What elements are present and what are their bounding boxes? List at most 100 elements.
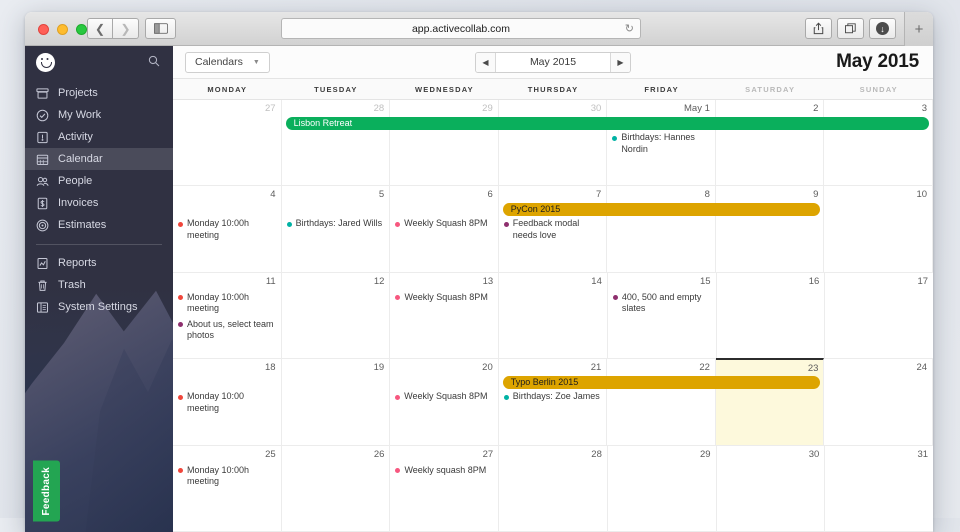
day-number: 16 [808,275,820,287]
calendar-day[interactable]: 13 Weekly Squash 8PM [390,272,500,359]
calendar-event[interactable]: 400, 500 and empty slates [612,292,711,315]
calendar-day[interactable]: 10 [824,186,933,272]
calendar-day[interactable]: 4 Monday 10:00h meeting [173,186,282,272]
calendar-day[interactable]: 25 Monday 10:00h meeting [173,445,282,532]
calendar-day[interactable]: 21 Birthdays: Zoe James [499,359,608,445]
calendar-event-bar[interactable]: Lisbon Retreat [285,117,929,130]
day-events: Weekly Squash 8PM [395,391,493,403]
calendar-day[interactable]: 12 [282,272,391,359]
calendar-event[interactable]: Birthdays: Zoe James [503,391,602,403]
calendar-day[interactable]: 31 [825,446,933,531]
event-color-dot [612,135,618,141]
minimize-window-button[interactable] [57,24,68,35]
calendar-event[interactable]: Monday 10:00h meeting [178,292,276,315]
sidebar-item-invoices[interactable]: Invoices [25,192,173,214]
reload-icon[interactable]: ↻ [625,22,634,35]
sidebar-item-people[interactable]: People [25,170,173,192]
day-number: 22 [699,362,710,374]
back-button[interactable]: ❮ [87,18,113,39]
calendar-day[interactable]: 26 [282,445,391,532]
forward-button[interactable]: ❯ [113,18,139,39]
calendar-event[interactable]: Weekly squash 8PM [395,465,493,477]
calendar-day[interactable]: 7 Feedback modal needs love [499,186,608,272]
calendar-event[interactable]: Birthdays: Hannes Nordin [612,132,710,155]
close-window-button[interactable] [38,24,49,35]
sidebar-item-calendar[interactable]: Calendar [25,148,173,170]
calendars-dropdown[interactable]: Calendars ▼ [185,51,270,73]
calendar-day[interactable]: 11 Monday 10:00h meeting About us, select … [173,272,282,359]
day-number: 10 [916,189,928,201]
sidebar-item-my-work[interactable]: My Work [25,104,173,126]
calendar-day[interactable]: 17 [825,273,933,358]
next-month-button[interactable]: ▶ [610,52,630,72]
calendar-day[interactable]: 14 [499,272,608,359]
day-events: Weekly squash 8PM [395,465,493,477]
calendar-event[interactable]: Monday 10:00 meeting [178,391,276,414]
calendar-day[interactable]: 9 [716,186,825,272]
calendar-day[interactable]: 20 Weekly Squash 8PM [390,359,499,445]
calendar-event[interactable]: Weekly Squash 8PM [395,292,493,304]
sidebar-item-system-settings[interactable]: System Settings [25,296,173,318]
calendar-main: Calendars ▼ ◀ May 2015 ▶ May 2015 Monday… [173,46,933,532]
sidebar-item-reports[interactable]: Reports [25,252,173,274]
calendar-event[interactable]: Weekly Squash 8PM [395,218,493,230]
my-work-icon [36,109,49,122]
calendar-day-today[interactable]: 23 [715,358,825,445]
calendar-day[interactable]: 15 400, 500 and empty slates [608,272,717,359]
calendar-day[interactable]: 28 [282,100,391,186]
calendar-day[interactable]: 6 Weekly Squash 8PM [390,186,499,272]
calendar-day[interactable]: 5 Birthdays: Jared Wills [282,186,391,272]
activecollab-logo[interactable] [36,52,55,72]
calendar-day[interactable]: 28 [499,445,608,532]
calendar-day[interactable]: 29 [608,445,717,532]
sidebar-item-activity[interactable]: Activity [25,126,173,148]
calendar-event[interactable]: Monday 10:00h meeting [178,465,276,488]
calendar-event[interactable]: Birthdays: Jared Wills [286,218,385,230]
search-icon[interactable] [148,55,160,70]
calendar-day[interactable]: 29 [390,100,499,186]
calendar-day[interactable]: 30 [499,100,608,186]
calendar-day[interactable]: May 1 Birthdays: Hannes Nordin [607,100,716,186]
calendar-day[interactable]: 19 [282,359,391,445]
event-color-dot [395,468,401,474]
sidebar-toggle-icon[interactable] [145,18,176,39]
previous-month-button[interactable]: ◀ [476,52,496,72]
day-number: 20 [482,362,493,374]
calendar-day[interactable]: 8 [607,186,716,272]
calendar-day[interactable]: 22 [607,359,716,445]
day-number: 4 [270,189,276,201]
share-icon[interactable] [805,18,832,39]
day-number: 24 [916,362,928,374]
calendar-day[interactable]: 30 [717,445,826,532]
calendar-day[interactable]: 3 [824,100,933,186]
sidebar-item-estimates[interactable]: Estimates [25,214,173,236]
day-number: 15 [700,275,711,287]
calendar-event-bar[interactable]: PyCon 2015 [502,203,821,217]
page-title: May 2015 [836,51,919,72]
download-icon[interactable]: ↓ [869,18,896,39]
tabs-overview-icon[interactable] [837,18,864,39]
calendar-day[interactable]: 2 [716,100,825,186]
address-bar[interactable]: app.activecollab.com ↻ [281,18,641,39]
application-body: Projects My Work Activity Calendar People Inv… [25,46,933,532]
calendar-event[interactable]: Monday 10:00h meeting [178,218,276,241]
calendar-day[interactable]: 16 [717,272,826,359]
calendar-day[interactable]: 27 [173,100,282,186]
calendar-day[interactable]: 18 Monday 10:00 meeting [173,359,282,445]
calendar-week: 11 Monday 10:00h meeting About us, select … [173,272,933,360]
calendar-event-bar[interactable]: Typo Berlin 2015 [502,376,821,390]
event-title: Weekly Squash 8PM [404,291,488,302]
event-title: Birthdays: Jared Wills [295,218,383,229]
calendar-day[interactable]: 24 [824,359,933,445]
maximize-window-button[interactable] [76,24,87,35]
new-tab-button[interactable]: + [904,12,933,46]
calendar-event[interactable]: Feedback modal needs love [503,218,602,241]
sidebar-item-projects[interactable]: Projects [25,82,173,104]
feedback-tab[interactable]: Feedback [33,461,60,522]
calendar-day[interactable]: 27 Weekly squash 8PM [390,445,500,532]
sidebar-item-trash[interactable]: Trash [25,274,173,296]
calendar-event[interactable]: Weekly Squash 8PM [395,391,493,403]
day-number: 31 [917,448,929,460]
day-number: 18 [265,362,276,374]
calendar-event[interactable]: About us, select team photos [178,319,276,342]
